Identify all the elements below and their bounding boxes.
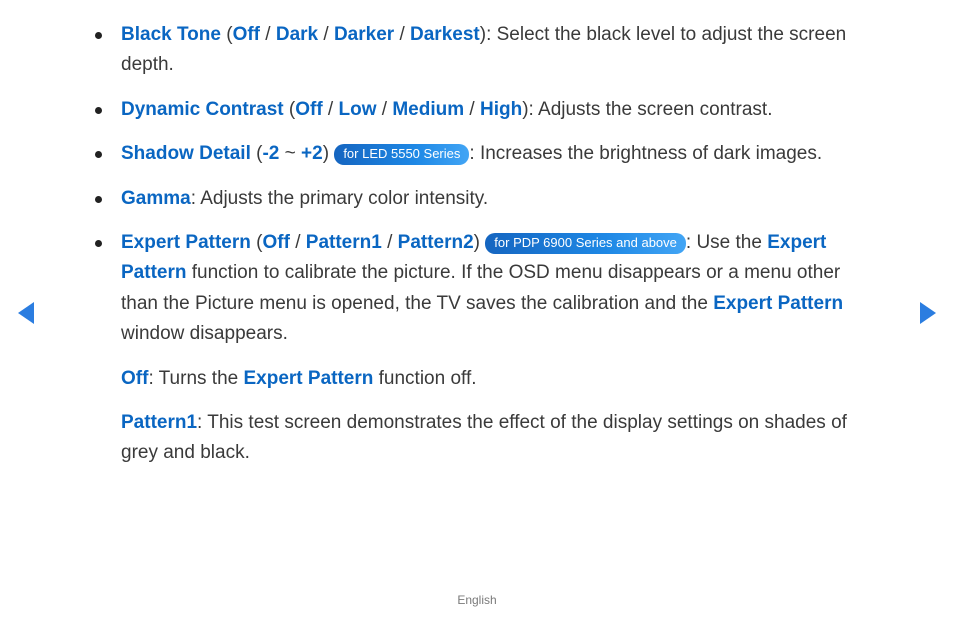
setting-desc: : Increases the brightness of dark image… [469, 143, 822, 164]
range-close-paren: ) [323, 143, 335, 164]
option-off: Off [233, 24, 260, 45]
prev-page-arrow-icon[interactable] [18, 302, 34, 324]
option-sep: / [323, 99, 339, 120]
sub-off: Off: Turns the Expert Pattern function o… [85, 364, 875, 394]
option-dark: Dark [276, 24, 318, 45]
next-page-arrow-icon[interactable] [920, 302, 936, 324]
range-lo: -2 [262, 143, 279, 164]
range-hi: +2 [301, 143, 323, 164]
option-sep: / [377, 99, 393, 120]
range-sep: ~ [279, 143, 301, 164]
desc-part3: window disappears. [121, 323, 288, 344]
option-high: High [480, 99, 522, 120]
sub-label: Pattern1 [121, 412, 197, 433]
options-close-paren: ) [474, 232, 486, 253]
settings-list: Black Tone (Off / Dark / Darker / Darkes… [85, 20, 875, 350]
option-low: Low [339, 99, 377, 120]
series-badge: for PDP 6900 Series and above [485, 233, 686, 254]
option-sep: / [382, 232, 398, 253]
option-pattern1: Pattern1 [306, 232, 382, 253]
sub-p1: : This test screen demonstrates the effe… [121, 412, 847, 463]
series-badge: for LED 5550 Series [334, 144, 469, 165]
setting-name: Shadow Detail [121, 143, 251, 164]
sub-label: Off [121, 368, 148, 389]
desc-part1: : Use the [686, 232, 767, 253]
item-shadow-detail: Shadow Detail (-2 ~ +2) for LED 5550 Ser… [85, 139, 875, 169]
sub-kw: Expert Pattern [243, 368, 373, 389]
item-expert-pattern: Expert Pattern (Off / Pattern1 / Pattern… [85, 228, 875, 350]
sub-p1: : Turns the [148, 368, 243, 389]
setting-name: Expert Pattern [121, 232, 251, 253]
item-dynamic-contrast: Dynamic Contrast (Off / Low / Medium / H… [85, 95, 875, 125]
sub-p2: function off. [373, 368, 476, 389]
option-off: Off [295, 99, 322, 120]
setting-name: Black Tone [121, 24, 221, 45]
option-off: Off [262, 232, 289, 253]
option-sep: / [464, 99, 480, 120]
option-medium: Medium [392, 99, 464, 120]
manual-page-content: Black Tone (Off / Dark / Darker / Darkes… [85, 20, 875, 483]
setting-desc: : Adjusts the primary color intensity. [191, 188, 488, 209]
setting-desc: : Adjusts the screen contrast. [529, 99, 773, 120]
option-sep: / [394, 24, 410, 45]
option-pattern2: Pattern2 [398, 232, 474, 253]
option-darker: Darker [334, 24, 394, 45]
setting-name: Dynamic Contrast [121, 99, 284, 120]
footer-language: English [0, 591, 954, 610]
option-sep: / [260, 24, 276, 45]
sub-pattern1: Pattern1: This test screen demonstrates … [85, 408, 875, 469]
item-gamma: Gamma: Adjusts the primary color intensi… [85, 184, 875, 214]
option-sep: / [290, 232, 306, 253]
option-darkest: Darkest [410, 24, 480, 45]
setting-name: Gamma [121, 188, 191, 209]
item-black-tone: Black Tone (Off / Dark / Darker / Darkes… [85, 20, 875, 81]
option-sep: / [318, 24, 334, 45]
desc-kw2: Expert Pattern [713, 293, 843, 314]
